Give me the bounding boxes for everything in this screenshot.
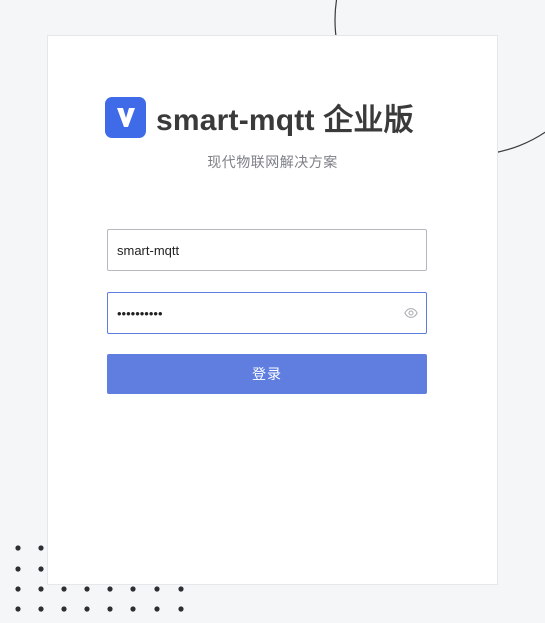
username-field-wrapper xyxy=(107,229,427,271)
password-field-wrapper xyxy=(107,292,427,334)
page-subtitle: 现代物联网解决方案 xyxy=(207,155,338,171)
brand-name: smart-mqtt 企业版 xyxy=(156,104,414,137)
login-card: smart-mqtt 企业版 现代物联网解决方案 登录 xyxy=(47,35,498,585)
brand-header: smart-mqtt 企业版 xyxy=(105,95,414,139)
eye-icon[interactable] xyxy=(404,306,418,320)
username-input[interactable] xyxy=(108,231,397,269)
password-input[interactable] xyxy=(108,294,397,332)
v-logo-icon xyxy=(105,96,146,138)
login-button[interactable]: 登录 xyxy=(107,354,427,394)
